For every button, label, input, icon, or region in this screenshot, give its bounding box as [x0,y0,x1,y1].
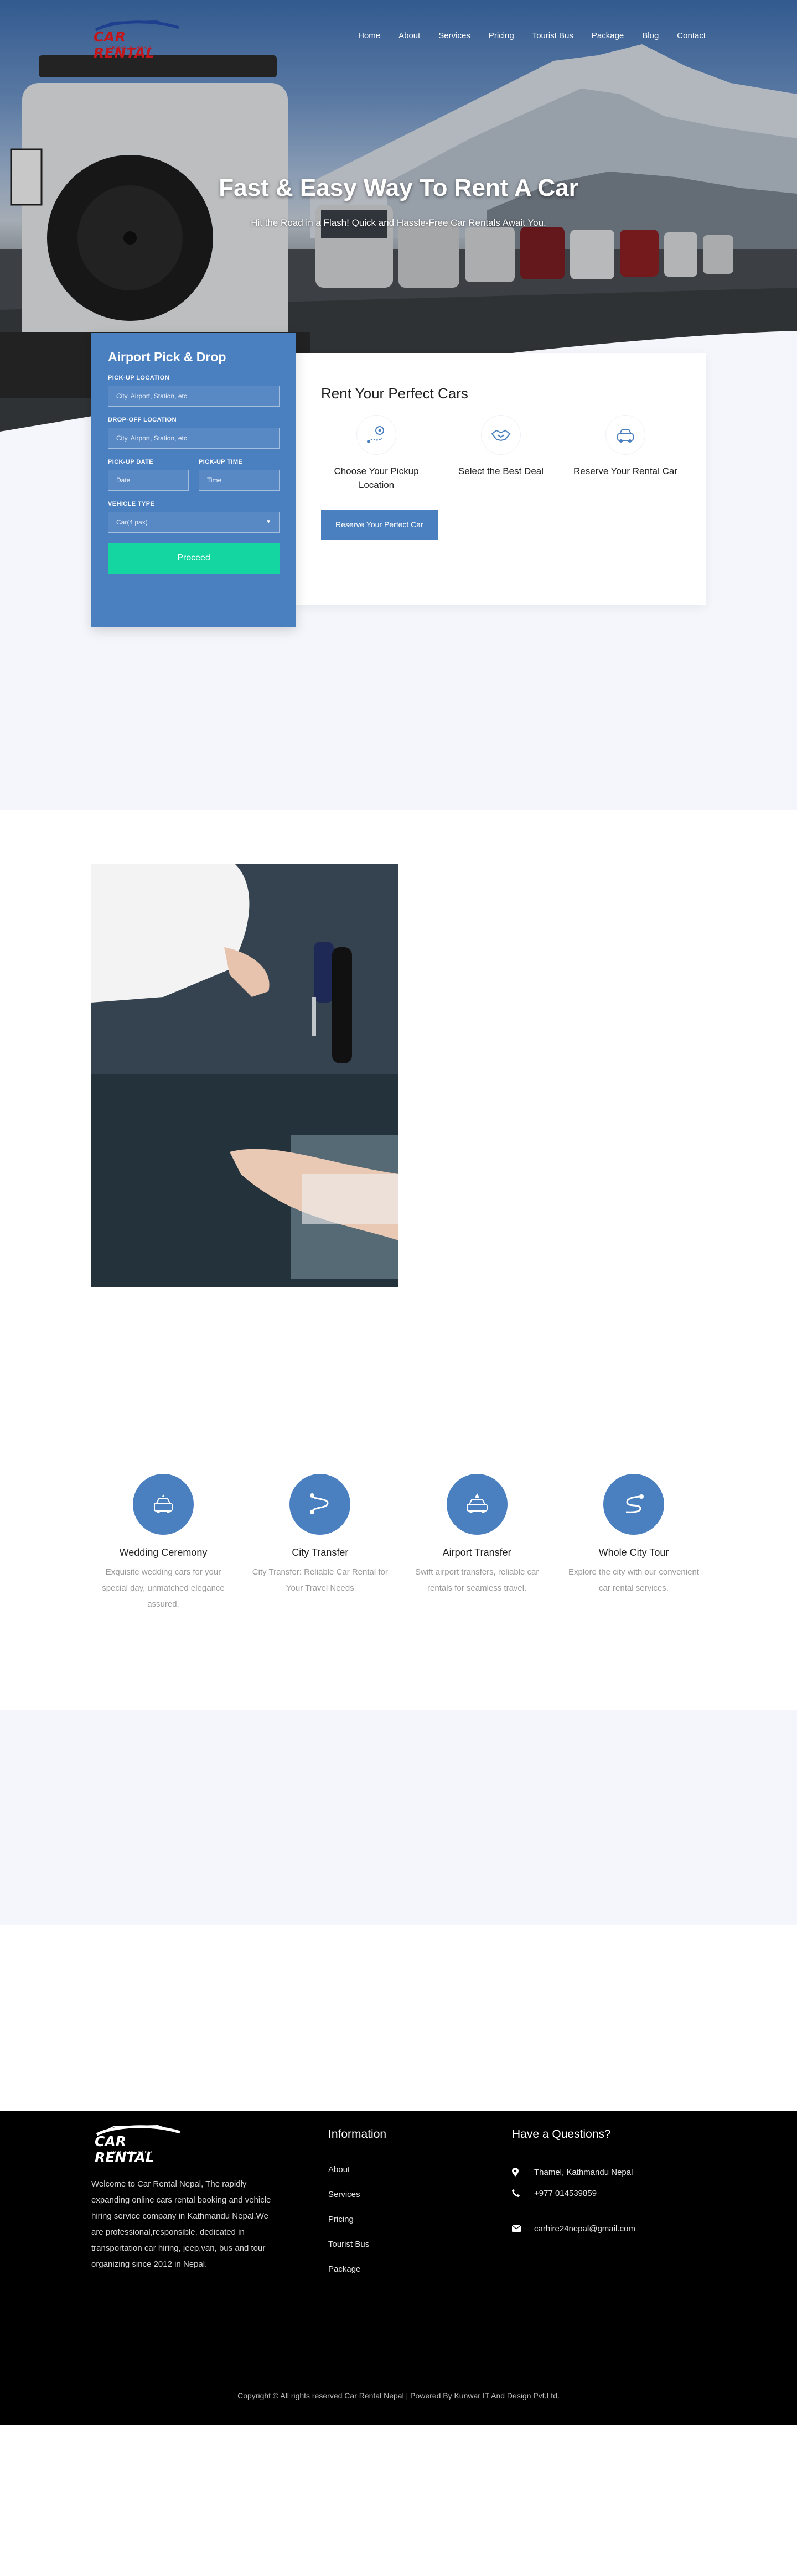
vehicle-type-select[interactable]: Car(4 pax) ▼ [108,512,280,533]
hero-title: Fast & Easy Way To Rent A Car [219,174,578,201]
step-reserve-car-label: Reserve Your Rental Car [573,466,678,476]
service-airport-transfer[interactable]: Airport Transfer Swift airport transfers… [402,1474,552,1612]
grey-band-section [0,1710,797,1925]
nav-tourist-bus[interactable]: Tourist Bus [532,31,573,40]
location-route-icon [357,416,396,454]
pickup-date-input[interactable]: Date [108,470,189,491]
pickup-date-label: PICK-UP DATE [108,459,154,465]
airport-car-icon [446,1474,508,1535]
hero-subtitle: Hit the Road in a Flash! Quick and Hassl… [251,217,546,228]
service-city-tour-desc: Explore the city with our convenient car… [568,1567,699,1593]
nav-package[interactable]: Package [592,31,624,40]
phone-icon [512,2189,534,2197]
footer-link-package[interactable]: Package [328,2265,369,2289]
footer-link-tourist-bus[interactable]: Tourist Bus [328,2240,369,2265]
step-best-deal: Select the Best Deal [446,416,556,492]
service-airport-transfer-desc: Swift airport transfers, reliable car re… [415,1567,539,1593]
nav-pricing[interactable]: Pricing [489,31,514,40]
wedding-car-icon [133,1474,194,1535]
city-route-icon [289,1474,351,1535]
footer-info-title: Information [328,2128,387,2141]
nav-services[interactable]: Services [438,31,470,40]
footer-about-text: Welcome to Car Rental Nepal, The rapidly… [91,2179,271,2269]
proceed-button[interactable]: Proceed [108,543,280,574]
footer-phone-row[interactable]: +977 014539859 [512,2183,635,2204]
reserve-car-button[interactable]: Reserve Your Perfect Car [321,510,438,540]
service-city-transfer-desc: City Transfer: Reliable Car Rental for Y… [252,1567,388,1593]
footer-logo-text: CAR RENTAL [95,2133,154,2165]
step-choose-location-label: Choose Your Pickup Location [334,466,419,490]
footer-contact: Thamel, Kathmandu Nepal +977 014539859 c… [512,2162,635,2239]
service-city-tour[interactable]: Whole City Tour Explore the city with ou… [559,1474,708,1612]
footer-address-row: Thamel, Kathmandu Nepal [512,2162,635,2183]
handshake-icon [482,416,520,454]
footer-link-pricing[interactable]: Pricing [328,2215,369,2240]
footer-email: carhire24nepal@gmail.com [534,2224,635,2234]
pickup-location-label: PICK-UP LOCATION [108,375,170,381]
date-time-row: PICK-UP DATE Date PICK-UP TIME Time [108,459,280,501]
service-wedding-title: Wedding Ceremony [119,1547,208,1558]
footer-questions-title: Have a Questions? [512,2128,611,2141]
footer-link-services[interactable]: Services [328,2190,369,2215]
rent-steps: Choose Your Pickup Location Select the B… [321,416,681,492]
footer-link-about[interactable]: About [328,2165,369,2190]
step-reserve-car: Reserve Your Rental Car [570,416,681,492]
service-wedding-desc: Exquisite wedding cars for your special … [102,1567,225,1609]
footer-address: Thamel, Kathmandu Nepal [534,2167,633,2177]
footer-info-links: About Services Pricing Tourist Bus Packa… [328,2165,369,2289]
dropoff-location-label: DROP-OFF LOCATION [108,417,177,423]
service-city-tour-title: Whole City Tour [598,1547,669,1558]
service-city-transfer-title: City Transfer [292,1547,349,1558]
white-band-section [0,1925,797,2111]
nav-blog[interactable]: Blog [642,31,659,40]
map-pin-icon [512,2168,534,2177]
about-section: Wedding Ceremony Exquisite wedding cars … [0,810,797,1609]
service-city-transfer[interactable]: City Transfer City Transfer: Reliable Ca… [245,1474,395,1612]
service-airport-transfer-title: Airport Transfer [442,1547,511,1558]
pickup-time-input[interactable]: Time [199,470,280,491]
pickup-date-group: PICK-UP DATE Date [108,459,189,501]
top-navigation: CAR RENTAL CAR RENTAL NEPAL Home About S… [0,0,797,72]
main-menu: Home About Services Pricing Tourist Bus … [340,31,706,40]
nav-about[interactable]: About [398,31,420,40]
nav-contact[interactable]: Contact [677,31,706,40]
footer-copyright: Copyright © All rights reserved Car Rent… [237,2391,560,2400]
dropoff-location-input[interactable]: City, Airport, Station, etc [108,428,280,449]
rent-card-title: Rent Your Perfect Cars [321,385,468,402]
booking-form-title: Airport Pick & Drop [108,350,226,364]
envelope-icon [512,2225,534,2232]
rent-steps-card: Rent Your Perfect Cars Choose Your Picku… [296,353,706,605]
logo-tagline: CAR RENTAL NEPAL [106,45,153,50]
pickup-location-input[interactable]: City, Airport, Station, etc [108,386,280,407]
chevron-down-icon: ▼ [266,519,271,525]
footer-phone: +977 014539859 [534,2188,597,2198]
service-wedding[interactable]: Wedding Ceremony Exquisite wedding cars … [89,1474,238,1612]
car-keys-handover-image [91,864,398,1287]
step-best-deal-label: Select the Best Deal [458,466,544,476]
airport-booking-form: Airport Pick & Drop PICK-UP LOCATION Cit… [91,333,296,627]
footer-logo-tagline: CAR RENTAL NEPAL [107,2150,154,2154]
vehicle-type-value: Car(4 pax) [116,518,148,526]
footer: CAR RENTAL CAR RENTAL NEPAL Welcome to C… [0,2111,797,2425]
car-keys-photo [91,864,398,1287]
step-choose-location: Choose Your Pickup Location [321,416,432,492]
brand-logo[interactable]: CAR RENTAL CAR RENTAL NEPAL [90,17,187,61]
nav-home[interactable]: Home [358,31,380,40]
logo-text: CAR RENTAL [94,29,155,61]
footer-email-row[interactable]: carhire24nepal@gmail.com [512,2218,635,2239]
pickup-time-label: PICK-UP TIME [199,459,243,465]
pickup-time-group: PICK-UP TIME Time [199,459,280,501]
car-reserve-icon [606,416,645,454]
footer-logo[interactable]: CAR RENTAL CAR RENTAL NEPAL [91,2121,188,2165]
services-list: Wedding Ceremony Exquisite wedding cars … [89,1474,708,1612]
vehicle-type-label: VEHICLE TYPE [108,501,155,507]
booking-section: Airport Pick & Drop PICK-UP LOCATION Cit… [0,333,797,810]
city-tour-icon [603,1474,664,1535]
